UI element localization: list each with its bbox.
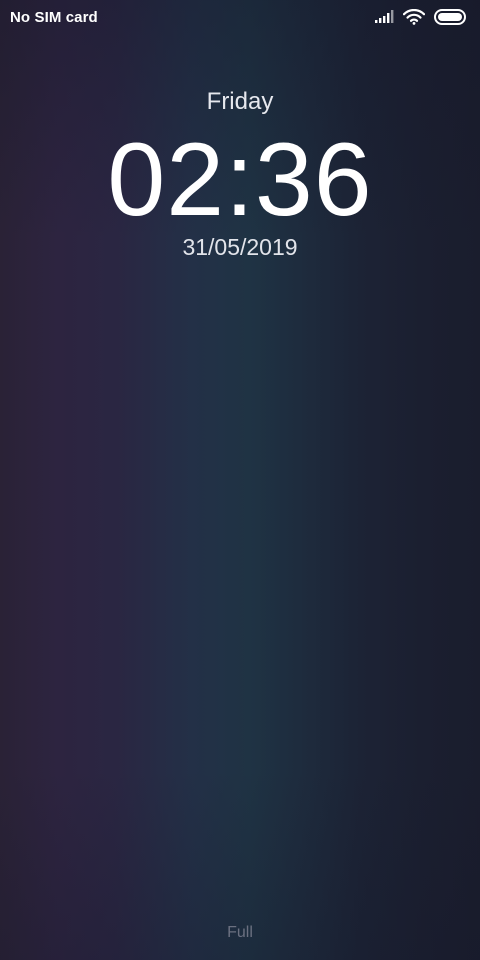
lock-screen: { "status_bar": { "carrier": "No SIM car…: [0, 0, 480, 960]
status-bar: No SIM card: [0, 0, 480, 36]
clock-time: 02:36: [107, 122, 373, 238]
date-label: 31/05/2019: [182, 234, 298, 260]
battery-status-label: Full: [227, 924, 253, 941]
signal-icon: [374, 10, 394, 24]
battery-icon: [434, 9, 468, 25]
status-icons: [374, 8, 468, 26]
wifi-icon: [402, 8, 426, 25]
day-label: Friday: [206, 88, 274, 115]
carrier-label: No SIM card: [10, 9, 98, 26]
